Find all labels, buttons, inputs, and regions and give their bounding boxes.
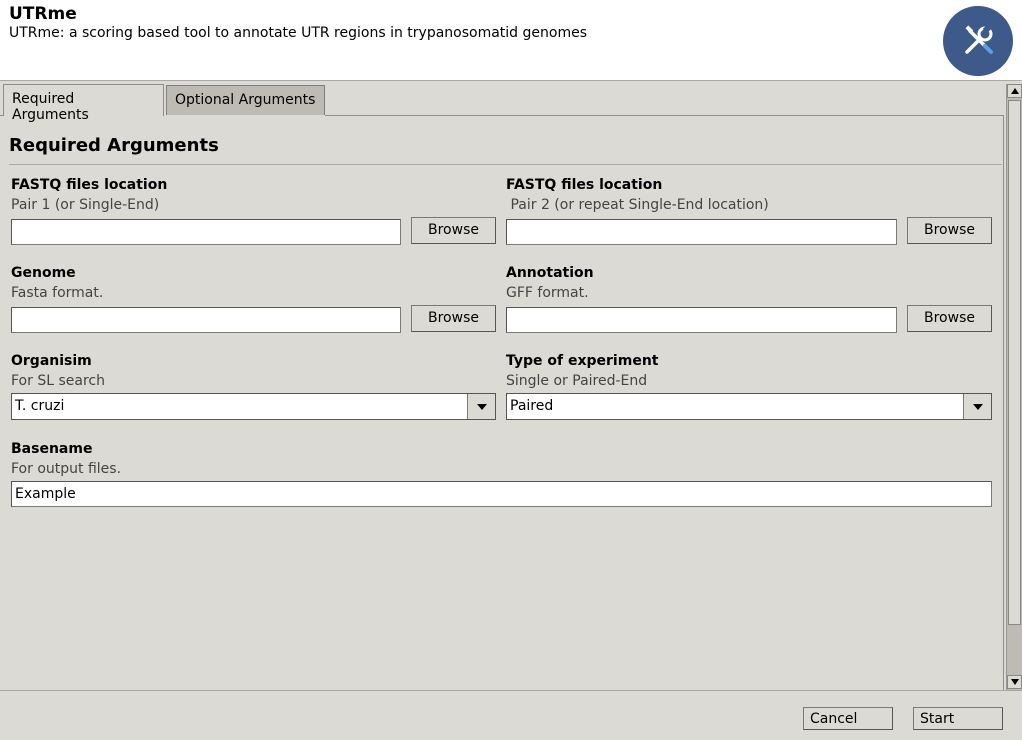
fastq1-help: Pair 1 (or Single-End) <box>11 197 160 213</box>
annotation-help: GFF format. <box>506 285 589 301</box>
app-header: UTRme UTRme: a scoring based tool to ann… <box>0 0 1022 81</box>
section-title: Required Arguments <box>9 135 219 156</box>
vertical-scrollbar[interactable] <box>1006 84 1022 690</box>
fastq1-label: FASTQ files location <box>11 177 168 193</box>
scroll-down-icon[interactable] <box>1007 675 1022 689</box>
organism-label: Organisim <box>11 353 92 369</box>
organism-value: T. cruzi <box>15 398 65 414</box>
tools-icon <box>943 6 1013 76</box>
genome-browse-button[interactable]: Browse <box>411 305 496 332</box>
scrollbar-thumb[interactable] <box>1008 100 1021 625</box>
tab-border <box>325 115 1004 116</box>
scroll-up-icon[interactable] <box>1007 84 1022 98</box>
chevron-down-icon[interactable] <box>467 394 495 419</box>
fastq1-input[interactable] <box>11 219 401 245</box>
basename-label: Basename <box>11 441 93 457</box>
organism-help: For SL search <box>11 373 105 389</box>
fastq2-label: FASTQ files location <box>506 177 663 193</box>
fastq1-browse-button[interactable]: Browse <box>411 217 496 244</box>
annotation-browse-button[interactable]: Browse <box>907 305 992 332</box>
tab-required-arguments[interactable]: Required Arguments <box>3 84 164 123</box>
annotation-label: Annotation <box>506 265 594 281</box>
tab-optional-arguments[interactable]: Optional Arguments <box>166 85 325 115</box>
basename-input[interactable] <box>11 481 992 507</box>
section-divider <box>9 164 1002 165</box>
genome-help: Fasta format. <box>11 285 104 301</box>
fastq2-input[interactable] <box>506 219 897 245</box>
experiment-value: Paired <box>510 398 554 414</box>
genome-input[interactable] <box>11 307 401 333</box>
app-description: UTRme: a scoring based tool to annotate … <box>9 25 587 41</box>
annotation-input[interactable] <box>506 307 897 333</box>
app-title: UTRme <box>9 4 77 24</box>
experiment-label: Type of experiment <box>506 353 659 369</box>
fastq2-help: Pair 2 (or repeat Single-End location) <box>506 197 769 213</box>
experiment-help: Single or Paired-End <box>506 373 648 389</box>
experiment-select[interactable]: Paired <box>506 393 992 420</box>
basename-help: For output files. <box>11 461 122 477</box>
organism-select[interactable]: T. cruzi <box>11 393 496 420</box>
genome-label: Genome <box>11 265 76 281</box>
start-button[interactable]: Start <box>913 707 1003 730</box>
fastq2-browse-button[interactable]: Browse <box>907 217 992 244</box>
cancel-button[interactable]: Cancel <box>803 707 893 730</box>
chevron-down-icon[interactable] <box>963 394 991 419</box>
footer-divider <box>0 690 1022 691</box>
panel-border <box>1003 115 1004 690</box>
